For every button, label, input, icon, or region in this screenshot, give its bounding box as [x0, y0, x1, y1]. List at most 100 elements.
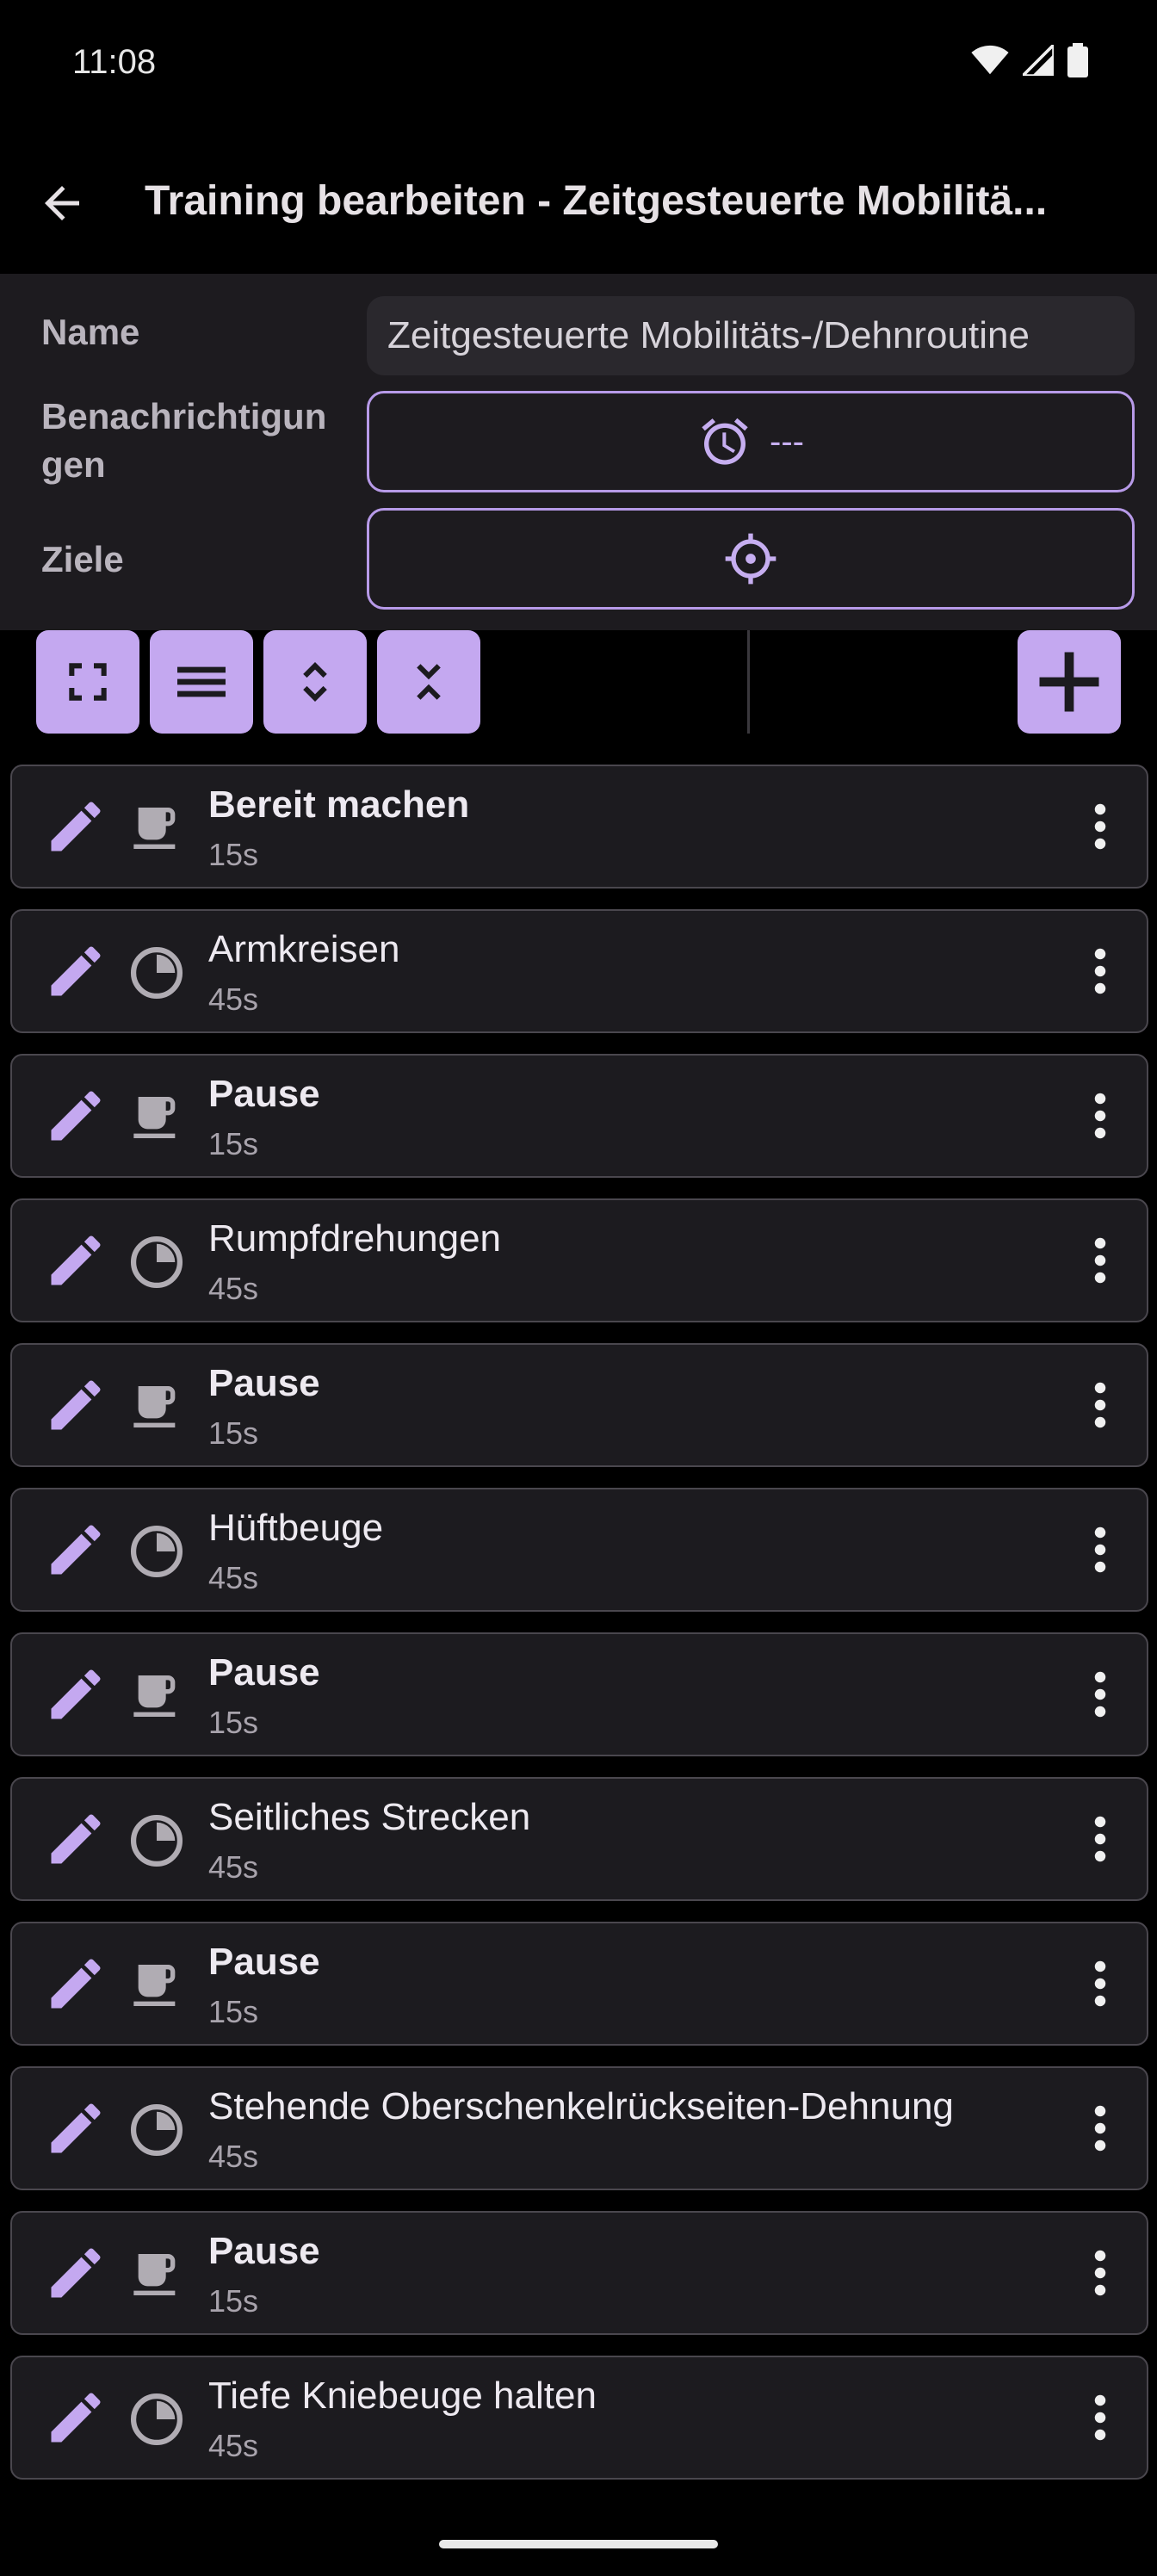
item-duration: 45s	[208, 2428, 259, 2463]
item-duration: 45s	[208, 1560, 259, 1595]
edit-button[interactable]	[43, 1085, 108, 1150]
item-duration: 15s	[208, 837, 259, 872]
edit-pencil-icon	[43, 1372, 108, 1442]
coffee-cup-icon	[127, 1378, 186, 1436]
list-item[interactable]: Pause 15s	[10, 1632, 1148, 1756]
list-item[interactable]: Rumpfdrehungen 45s	[10, 1198, 1148, 1322]
fullscreen-icon	[69, 663, 107, 701]
goals-label: Ziele	[41, 539, 124, 579]
more-vert-icon	[1092, 799, 1109, 858]
home-indicator[interactable]	[439, 2540, 718, 2548]
item-title: Bereit machen	[208, 783, 470, 826]
edit-pencil-icon	[43, 1951, 108, 2021]
toolbar	[0, 630, 1157, 744]
fullscreen-button[interactable]	[36, 630, 139, 734]
more-options-button[interactable]	[1074, 1662, 1126, 1731]
coffee-cup-icon	[127, 1667, 186, 1725]
item-title: Stehende Oberschenkelrückseiten-Dehnung	[208, 2085, 954, 2127]
more-options-button[interactable]	[1074, 2240, 1126, 2309]
timer-pie-icon	[127, 1233, 186, 1291]
edit-button[interactable]	[43, 1519, 108, 1584]
goals-button[interactable]	[367, 508, 1135, 610]
more-options-button[interactable]	[1074, 1951, 1126, 2020]
notifications-button[interactable]: ---	[367, 391, 1135, 492]
edit-button[interactable]	[43, 2097, 108, 2163]
item-title: Pause	[208, 1362, 320, 1404]
list-item[interactable]: Pause 15s	[10, 2211, 1148, 2335]
item-duration: 45s	[208, 1271, 259, 1306]
item-title: Pause	[208, 1073, 320, 1115]
item-duration: 15s	[208, 1705, 259, 1740]
expand-all-button[interactable]	[263, 630, 367, 734]
item-duration: 45s	[208, 981, 259, 1017]
item-title: Pause	[208, 2230, 320, 2272]
more-options-button[interactable]	[1074, 1806, 1126, 1875]
item-duration: 15s	[208, 2283, 259, 2319]
edit-button[interactable]	[43, 1374, 108, 1440]
timer-pie-icon	[127, 2101, 186, 2159]
edit-pencil-icon	[43, 1517, 108, 1587]
edit-button[interactable]	[43, 940, 108, 1006]
more-vert-icon	[1092, 1811, 1109, 1871]
name-field[interactable]: Zeitgesteuerte Mobilitäts-/Dehnroutine	[367, 296, 1135, 375]
edit-button[interactable]	[43, 1229, 108, 1295]
list-item[interactable]: Armkreisen 45s	[10, 909, 1148, 1033]
add-button[interactable]	[1018, 630, 1121, 734]
list-item[interactable]: Stehende Oberschenkelrückseiten-Dehnung 4…	[10, 2066, 1148, 2190]
more-options-button[interactable]	[1074, 1517, 1126, 1586]
item-duration: 15s	[208, 1126, 259, 1161]
list-item[interactable]: Hüftbeuge 45s	[10, 1488, 1148, 1612]
list-item[interactable]: Bereit machen 15s	[10, 765, 1148, 889]
name-label: Name	[41, 312, 140, 352]
timer-pie-icon	[127, 1522, 186, 1581]
edit-pencil-icon	[43, 2240, 108, 2310]
page-title: Training bearbeiten - Zeitgesteuerte Mob…	[145, 178, 1048, 224]
edit-pencil-icon	[43, 1662, 108, 1731]
more-options-button[interactable]	[1074, 794, 1126, 863]
list-item[interactable]: Tiefe Kniebeuge halten 45s	[10, 2356, 1148, 2480]
edit-button[interactable]	[43, 1663, 108, 1729]
coffee-cup-icon	[127, 799, 186, 858]
plus-icon	[1039, 652, 1099, 712]
timer-pie-icon	[127, 944, 186, 1002]
more-vert-icon	[1092, 1956, 1109, 2016]
more-options-button[interactable]	[1074, 1228, 1126, 1297]
timer-pie-icon	[127, 2390, 186, 2449]
edit-button[interactable]	[43, 1808, 108, 1873]
edit-pencil-icon	[43, 938, 108, 1008]
more-options-button[interactable]	[1074, 1372, 1126, 1441]
target-icon	[725, 533, 776, 585]
more-vert-icon	[1092, 1233, 1109, 1292]
edit-button[interactable]	[43, 796, 108, 861]
item-title: Pause	[208, 1941, 320, 1983]
more-options-button[interactable]	[1074, 2385, 1126, 2454]
battery-icon	[1067, 43, 1088, 77]
more-options-button[interactable]	[1074, 938, 1126, 1007]
toolbar-divider	[747, 630, 750, 734]
list-item[interactable]: Pause 15s	[10, 1343, 1148, 1467]
list-item[interactable]: Seitliches Strecken 45s	[10, 1777, 1148, 1901]
item-title: Armkreisen	[208, 928, 400, 970]
more-options-button[interactable]	[1074, 2096, 1126, 2164]
more-vert-icon	[1092, 1522, 1109, 1582]
item-duration: 45s	[208, 2139, 259, 2174]
coffee-cup-icon	[127, 1956, 186, 2015]
item-title: Pause	[208, 1651, 320, 1694]
edit-button[interactable]	[43, 1953, 108, 2018]
more-options-button[interactable]	[1074, 1083, 1126, 1152]
more-vert-icon	[1092, 1378, 1109, 1437]
list-item[interactable]: Pause 15s	[10, 1054, 1148, 1178]
notifications-value: ---	[770, 422, 804, 461]
list-view-button[interactable]	[150, 630, 253, 734]
wifi-icon	[971, 45, 1009, 75]
edit-button[interactable]	[43, 2387, 108, 2452]
item-title: Rumpfdrehungen	[208, 1217, 502, 1260]
edit-button[interactable]	[43, 2242, 108, 2307]
collapse-all-button[interactable]	[377, 630, 480, 734]
signal-icon	[1023, 45, 1054, 76]
edit-pencil-icon	[43, 1806, 108, 1876]
arrow-back-icon	[45, 186, 79, 220]
list-item[interactable]: Pause 15s	[10, 1922, 1148, 2046]
more-vert-icon	[1092, 944, 1109, 1003]
back-button[interactable]	[26, 167, 98, 239]
